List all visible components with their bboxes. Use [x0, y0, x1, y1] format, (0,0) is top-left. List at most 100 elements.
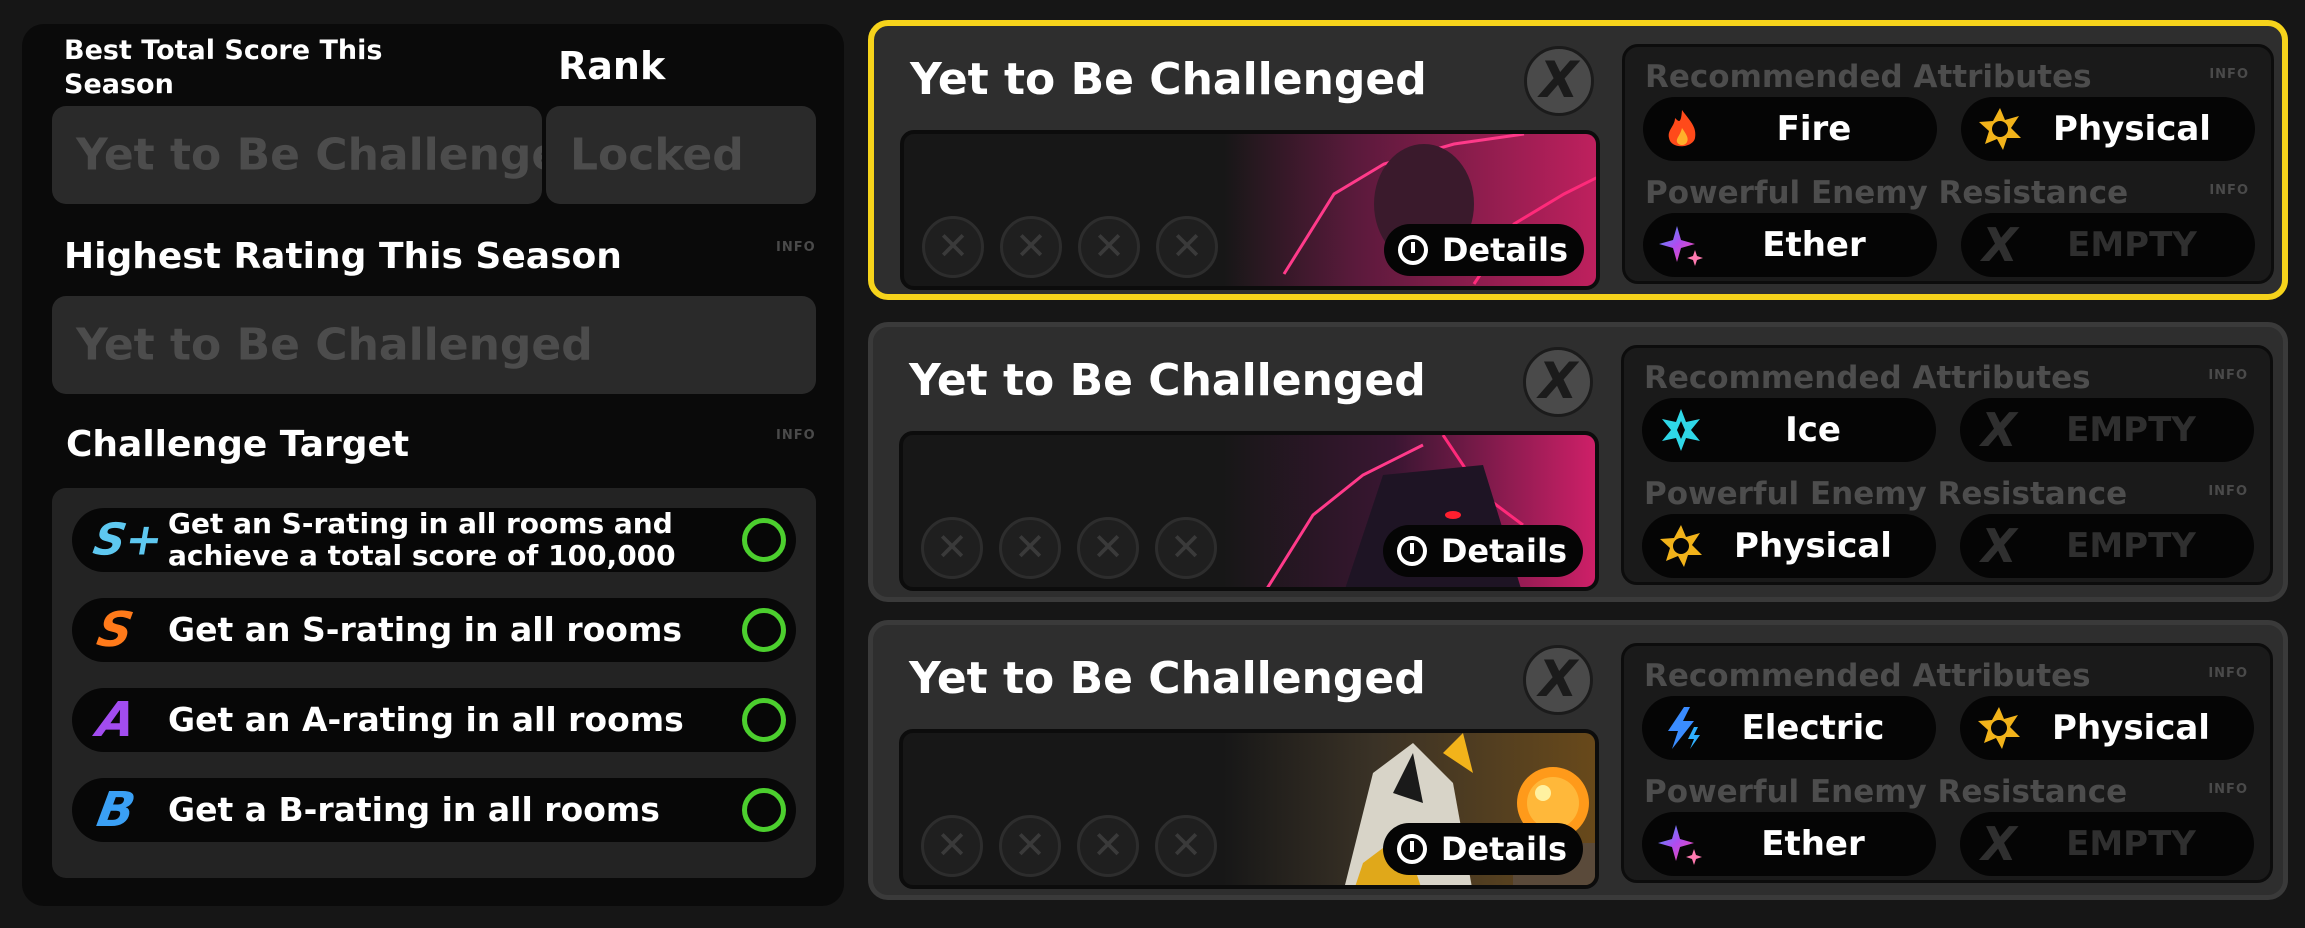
rank-label: Rank	[558, 44, 666, 88]
ether-icon	[1658, 825, 1702, 865]
clock-icon	[1396, 834, 1427, 864]
attribute-panel: Recommended Attributes INFO Electric Phy…	[1621, 643, 2273, 883]
close-icon[interactable]: X	[1524, 46, 1594, 116]
empty-slot-icon[interactable]: ✕	[1077, 815, 1139, 877]
resistance-info-button[interactable]: INFO	[2208, 484, 2248, 499]
details-button[interactable]: Details	[1382, 525, 1583, 577]
electric-icon	[1668, 707, 1700, 749]
team-preview: ✕ ✕ ✕ ✕ Details	[899, 729, 1599, 889]
card-title: Yet to Be Challenged	[910, 54, 1427, 105]
grade-s-icon: S	[93, 602, 138, 658]
attribute-pill-electric: Electric	[1642, 696, 1936, 760]
resistance-label: Powerful Enemy Resistance	[1644, 774, 2128, 810]
target-status-ring-icon	[742, 698, 786, 742]
ether-icon	[1659, 226, 1703, 266]
attribute-name: Physical	[2053, 109, 2211, 149]
grade-b-icon: B	[93, 782, 140, 838]
attribute-panel: Recommended Attributes INFO Fire Physica…	[1622, 44, 2274, 284]
attribute-name: EMPTY	[2066, 410, 2196, 450]
attribute-name: Electric	[1741, 708, 1885, 748]
attribute-pill-fire: Fire	[1643, 97, 1937, 161]
recommended-info-button[interactable]: INFO	[2208, 666, 2248, 681]
team-preview: ✕ ✕ ✕ ✕ Details	[900, 130, 1600, 290]
target-a: A Get an A-rating in all rooms	[72, 688, 796, 752]
target-splus-line2: achieve a total score of 100,000	[168, 539, 676, 572]
details-label: Details	[1441, 231, 1568, 269]
challenge-card-1[interactable]: Yet to Be Challenged X ✕ ✕ ✕ ✕ Details R…	[868, 20, 2288, 300]
target-splus-line1: Get an S-rating in all rooms and	[168, 507, 673, 540]
target-status-ring-icon	[742, 788, 786, 832]
challenge-target-label: Challenge Target	[66, 424, 410, 465]
target-status-ring-icon	[742, 608, 786, 652]
physical-icon	[1660, 525, 1702, 567]
recommended-info-button[interactable]: INFO	[2209, 67, 2249, 82]
challenge-target-info-button[interactable]: INFO	[776, 428, 816, 443]
empty-slot-icon[interactable]: ✕	[1078, 216, 1140, 278]
best-score-value: Yet to Be Challenged	[76, 129, 542, 181]
target-b-text: Get a B-rating in all rooms	[168, 790, 660, 829]
team-preview: ✕ ✕ ✕ ✕ Details	[899, 431, 1599, 591]
attribute-name: EMPTY	[2066, 824, 2196, 864]
empty-slot-icon[interactable]: ✕	[1155, 517, 1217, 579]
empty-slot-icon[interactable]: ✕	[921, 815, 983, 877]
highest-rating-info-button[interactable]: INFO	[776, 240, 816, 255]
empty-slot-icon[interactable]: ✕	[1000, 216, 1062, 278]
empty-icon: X	[1981, 403, 2017, 457]
attribute-name: EMPTY	[2066, 526, 2196, 566]
season-summary-panel: Best Total Score This Season Rank Yet to…	[22, 24, 844, 906]
resistance-info-button[interactable]: INFO	[2208, 782, 2248, 797]
attribute-name: Ether	[1762, 225, 1866, 265]
best-score-label: Best Total Score This Season	[64, 35, 383, 100]
rank-field: Locked	[546, 106, 816, 204]
grade-splus-icon: S+	[89, 514, 168, 566]
target-s: S Get an S-rating in all rooms	[72, 598, 796, 662]
empty-slot-icon[interactable]: ✕	[1077, 517, 1139, 579]
attribute-pill-empty: X EMPTY	[1960, 514, 2254, 578]
empty-slot-icon[interactable]: ✕	[1156, 216, 1218, 278]
attribute-name: Fire	[1776, 109, 1852, 149]
attribute-pill-physical: Physical	[1642, 514, 1936, 578]
attribute-pill-empty: X EMPTY	[1961, 213, 2255, 277]
recommended-label: Recommended Attributes	[1644, 658, 2091, 694]
details-button[interactable]: Details	[1382, 823, 1583, 875]
fire-icon	[1668, 110, 1696, 147]
attribute-pill-ice: Ice	[1642, 398, 1936, 462]
attribute-name: Physical	[1734, 526, 1892, 566]
attribute-pill-ether: Ether	[1642, 812, 1936, 876]
grade-a-icon: A	[93, 692, 141, 748]
ice-icon	[1662, 409, 1700, 451]
attribute-pill-empty: X EMPTY	[1960, 398, 2254, 462]
attribute-pill-ether: Ether	[1643, 213, 1937, 277]
challenge-card-3[interactable]: Yet to Be Challenged X ✕ ✕ ✕ ✕ Details R…	[868, 620, 2288, 900]
empty-icon: X	[1981, 817, 2017, 871]
attribute-pill-physical: Physical	[1960, 696, 2254, 760]
rank-value: Locked	[570, 129, 744, 181]
empty-slot-icon[interactable]: ✕	[1155, 815, 1217, 877]
target-status-ring-icon	[742, 518, 786, 562]
target-s-text: Get an S-rating in all rooms	[168, 610, 682, 649]
challenge-card-2[interactable]: Yet to Be Challenged X ✕ ✕ ✕ ✕ Details R…	[868, 322, 2288, 602]
target-splus-text: Get an S-rating in all rooms and achieve…	[168, 508, 676, 572]
attribute-name: Physical	[2052, 708, 2210, 748]
details-button[interactable]: Details	[1383, 224, 1584, 276]
empty-slot-icon[interactable]: ✕	[999, 517, 1061, 579]
recommended-info-button[interactable]: INFO	[2208, 368, 2248, 383]
attribute-panel: Recommended Attributes INFO Ice X EMPTY …	[1621, 345, 2273, 585]
empty-slot-icon[interactable]: ✕	[922, 216, 984, 278]
target-splus: S+ Get an S-rating in all rooms and achi…	[72, 508, 796, 572]
close-icon[interactable]: X	[1523, 645, 1593, 715]
details-label: Details	[1440, 532, 1567, 570]
highest-rating-value: Yet to Be Challenged	[76, 319, 593, 371]
clock-icon	[1397, 235, 1428, 265]
recommended-label: Recommended Attributes	[1644, 360, 2091, 396]
empty-slot-icon[interactable]: ✕	[999, 815, 1061, 877]
resistance-label: Powerful Enemy Resistance	[1644, 476, 2128, 512]
details-label: Details	[1440, 830, 1567, 868]
resistance-label: Powerful Enemy Resistance	[1645, 175, 2129, 211]
attribute-pill-empty: X EMPTY	[1960, 812, 2254, 876]
close-icon[interactable]: X	[1523, 347, 1593, 417]
empty-slot-icon[interactable]: ✕	[921, 517, 983, 579]
resistance-info-button[interactable]: INFO	[2209, 183, 2249, 198]
target-a-text: Get an A-rating in all rooms	[168, 700, 684, 739]
card-title: Yet to Be Challenged	[909, 355, 1426, 406]
